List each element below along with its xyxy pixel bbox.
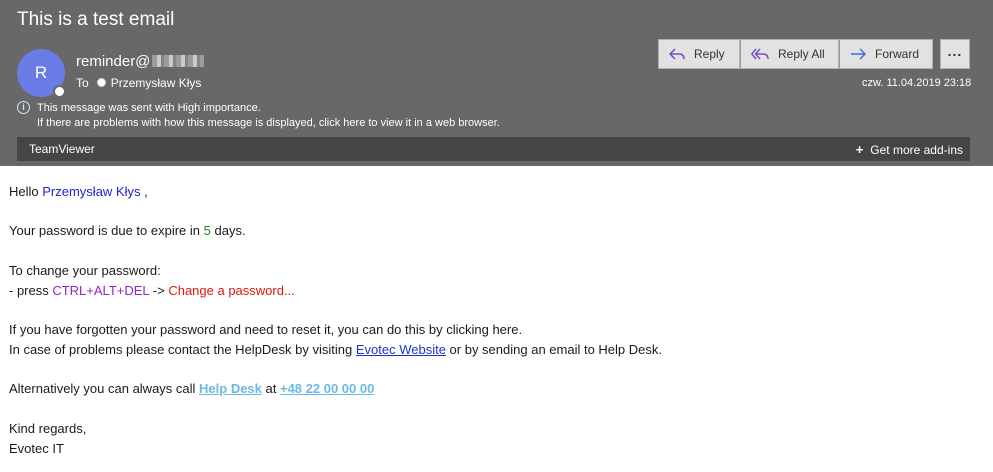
sent-date: czw. 11.04.2019 23:18 [862, 77, 972, 89]
problems-line: In case of problems please contact the H… [9, 342, 662, 357]
recipient-name[interactable]: Przemysław Kłys [111, 76, 202, 90]
call-line: Alternatively you can always call Help D… [9, 381, 374, 396]
message-subject: This is a test email [17, 9, 175, 30]
change-password-action: Change a password... [168, 283, 295, 298]
expire-days: 5 [203, 223, 211, 238]
web-view-notice[interactable]: If there are problems with how this mess… [37, 117, 500, 129]
presence-status-icon [53, 85, 66, 98]
forgot-line: If you have forgotten your password and … [9, 322, 523, 337]
greeting-text: Hello [9, 184, 43, 199]
problems-text: In case of problems please contact the H… [9, 342, 356, 357]
message-header: This is a test email R reminder@ To Przem… [0, 0, 993, 166]
expire-suffix: days. [210, 223, 246, 238]
greeting-suffix: , [140, 184, 148, 199]
ellipsis-icon: ... [947, 43, 963, 59]
reply-button[interactable]: Reply [658, 39, 740, 69]
key-combination: CTRL+ALT+DEL [52, 283, 150, 298]
change-heading: To change your password: [9, 263, 161, 278]
reply-all-icon [751, 48, 769, 60]
expire-text: Your password is due to expire in [9, 223, 204, 238]
call-text: Alternatively you can always call [9, 381, 200, 396]
more-actions-button[interactable]: ... [940, 39, 970, 69]
to-label: To [76, 76, 89, 90]
greeting-line: Hello Przemysław Kłys , [9, 184, 148, 199]
redacted-domain [152, 55, 205, 67]
reply-all-label: Reply All [778, 47, 825, 61]
sender-address[interactable]: reminder@ [76, 53, 205, 70]
press-line: - press CTRL+ALT+DEL -> Change a passwor… [9, 283, 295, 298]
regards-line: Kind regards, [9, 421, 87, 436]
forward-label: Forward [875, 47, 920, 61]
add-ins-bar: TeamViewer + Get more add-ins [17, 137, 970, 161]
message-actions: Reply Reply All Forward [658, 39, 933, 69]
recipient-presence-icon [96, 78, 106, 87]
call-at: at [261, 381, 280, 396]
forward-arrow-icon [851, 48, 867, 60]
evotec-website-link[interactable]: Evotec Website [356, 342, 446, 357]
help-desk-link[interactable]: Help Desk [199, 381, 262, 396]
expire-line: Your password is due to expire in 5 days… [9, 223, 246, 238]
press-text: - press [9, 283, 53, 298]
greeting-name: Przemysław Kłys [42, 184, 141, 199]
get-more-add-ins-button[interactable]: + Get more add-ins [856, 142, 963, 157]
recipient-line: To Przemysław Kłys [76, 76, 201, 90]
reply-label: Reply [694, 47, 725, 61]
reply-all-button[interactable]: Reply All [740, 39, 839, 69]
press-arrow: -> [149, 283, 169, 298]
problems-suffix: or by sending an email to Help Desk. [445, 342, 662, 357]
add-in-teamviewer[interactable]: TeamViewer [29, 142, 95, 156]
sender-text: reminder@ [76, 53, 151, 70]
reply-icon [669, 48, 685, 60]
forward-button[interactable]: Forward [839, 39, 933, 69]
avatar-initial: R [34, 63, 48, 82]
info-icon: i [17, 101, 30, 114]
signature-line: Evotec IT [9, 441, 64, 456]
plus-icon: + [855, 142, 864, 157]
get-more-add-ins-label: Get more add-ins [870, 143, 963, 157]
importance-notice: This message was sent with High importan… [37, 102, 261, 114]
phone-link[interactable]: +48 22 00 00 00 [280, 381, 374, 396]
